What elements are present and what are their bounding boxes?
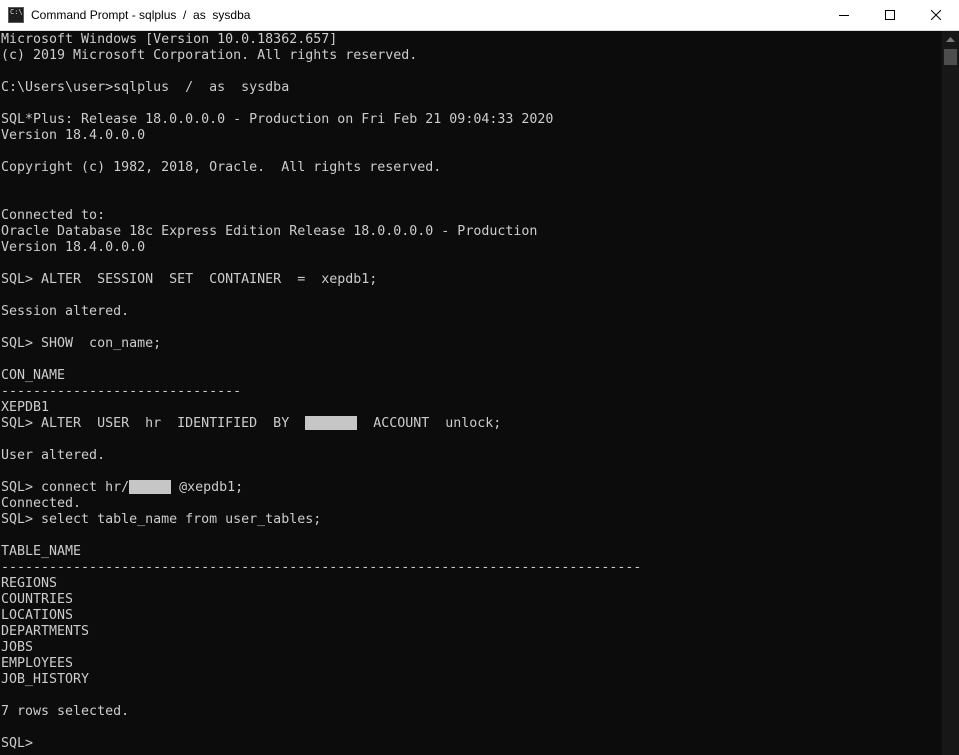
maximize-icon: [885, 10, 895, 20]
close-icon: [931, 10, 941, 20]
console-line: (c) 2019 Microsoft Corporation. All righ…: [1, 48, 418, 63]
minimize-icon: [839, 15, 849, 16]
console-line: EMPLOYEES: [1, 656, 74, 671]
command-prompt-window: C:\ Command Prompt - sqlplus / as sysdba…: [0, 0, 959, 755]
console-line: Version 18.4.0.0.0: [1, 240, 146, 255]
window-title: Command Prompt - sqlplus / as sysdba: [31, 8, 251, 22]
console-line: Copyright (c) 1982, 2018, Oracle. All ri…: [1, 160, 442, 175]
vertical-scrollbar[interactable]: [942, 31, 959, 755]
console-line: C:\Users\user>sqlplus / as sysdba: [1, 80, 290, 95]
connect-line: SQL> connect hr/ @xepdb1;: [1, 480, 942, 496]
console-line: REGIONS: [1, 576, 58, 591]
alter-user-line: SQL> ALTER USER hr IDENTIFIED BY ACCOUNT…: [1, 416, 942, 432]
console-line: ------------------------------: [1, 384, 242, 399]
console-line: CON_NAME: [1, 368, 66, 383]
close-button[interactable]: [913, 0, 959, 30]
cmd-icon: C:\: [8, 7, 24, 23]
console-line: 7 rows selected.: [1, 704, 130, 719]
console-output[interactable]: Microsoft Windows [Version 10.0.18362.65…: [0, 31, 942, 755]
title-bar[interactable]: C:\ Command Prompt - sqlplus / as sysdba: [0, 0, 959, 31]
alter-user-prefix: SQL> ALTER USER hr IDENTIFIED BY: [1, 416, 306, 431]
console-line: Session altered.: [1, 304, 130, 319]
console-line: XEPDB1: [1, 400, 50, 415]
connect-prefix: SQL> connect hr/: [1, 480, 130, 495]
redacted-password: [305, 416, 358, 430]
redacted-password: [129, 480, 172, 494]
console-line: SQL*Plus: Release 18.0.0.0.0 - Productio…: [1, 112, 554, 127]
maximize-button[interactable]: [867, 0, 913, 30]
minimize-button[interactable]: [821, 0, 867, 30]
console-line: JOBS: [1, 640, 34, 655]
console-block-user-altered: User altered.: [1, 432, 942, 480]
console-line: User altered.: [1, 448, 106, 463]
console-block-tables: Connected. SQL> select table_name from us…: [1, 496, 942, 752]
console-line: Oracle Database 18c Express Edition Rele…: [1, 224, 538, 239]
console-line: COUNTRIES: [1, 592, 74, 607]
console-line: SQL> SHOW con_name;: [1, 336, 162, 351]
scroll-thumb[interactable]: [944, 49, 957, 65]
console-line: DEPARTMENTS: [1, 624, 90, 639]
window-controls: [821, 0, 959, 30]
console-block-startup: Microsoft Windows [Version 10.0.18362.65…: [1, 32, 942, 416]
console-line: Version 18.4.0.0.0: [1, 128, 146, 143]
console-line: TABLE_NAME: [1, 544, 82, 559]
console-line: ----------------------------------------…: [1, 560, 642, 575]
console-line: JOB_HISTORY: [1, 672, 90, 687]
console-line: LOCATIONS: [1, 608, 74, 623]
console-line: SQL> select table_name from user_tables;: [1, 512, 322, 527]
console-line: Microsoft Windows [Version 10.0.18362.65…: [1, 32, 338, 47]
alter-user-suffix: ACCOUNT unlock;: [357, 416, 502, 431]
scroll-up-button[interactable]: [942, 31, 959, 48]
console-line: SQL>: [1, 736, 34, 751]
connect-suffix: @xepdb1;: [171, 480, 244, 495]
scroll-up-arrow-icon: [946, 37, 955, 42]
console-line: Connected.: [1, 496, 82, 511]
console-line: Connected to:: [1, 208, 106, 223]
console-line: SQL> ALTER SESSION SET CONTAINER = xepdb…: [1, 272, 378, 287]
